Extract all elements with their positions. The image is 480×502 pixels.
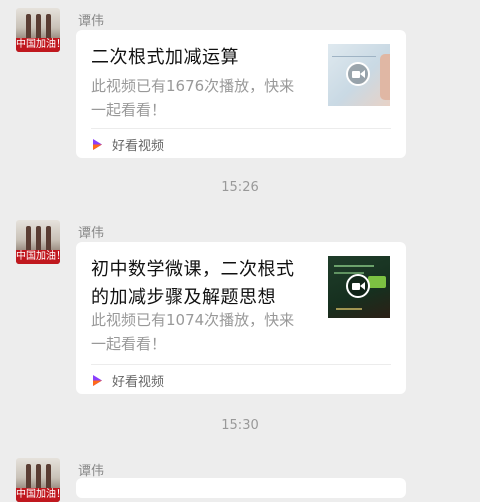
video-thumbnail[interactable]: [328, 256, 390, 318]
avatar-caption: 中国加油！: [16, 488, 60, 502]
avatar[interactable]: 中国加油！: [16, 458, 60, 502]
video-card[interactable]: 初中数学微课，二次根式 的加减步骤及解题思想 此视频已有1074次播放，快来 一…: [76, 242, 406, 394]
video-card[interactable]: [76, 478, 406, 498]
sender-name: 谭伟: [78, 14, 105, 29]
haokan-video-icon: [93, 374, 102, 386]
avatar[interactable]: 中国加油！: [16, 8, 60, 52]
video-title: 初中数学微课，二次根式 的加减步骤及解题思想: [91, 259, 295, 308]
sender-name: 谭伟: [78, 226, 105, 241]
avatar[interactable]: 中国加油！: [16, 220, 60, 264]
video-source: 好看视频: [91, 370, 164, 390]
avatar-caption: 中国加油！: [16, 38, 60, 52]
video-source: 好看视频: [91, 134, 164, 154]
timestamp: 15:26: [221, 180, 259, 195]
divider: [91, 128, 391, 129]
video-card[interactable]: 二次根式加减运算 此视频已有1676次播放，快来 一起看看！ 好看视频: [76, 30, 406, 158]
timestamp: 15:30: [221, 418, 259, 433]
avatar-caption: 中国加油！: [16, 250, 60, 264]
video-thumbnail[interactable]: [328, 44, 390, 106]
haokan-video-icon: [93, 138, 102, 150]
video-description: 此视频已有1676次播放，快来 一起看看！: [91, 77, 295, 119]
video-play-icon: [346, 62, 370, 86]
video-description: 此视频已有1074次播放，快来 一起看看！: [91, 311, 295, 353]
divider: [91, 364, 391, 365]
sender-name: 谭伟: [78, 464, 105, 479]
video-title: 二次根式加减运算: [91, 47, 239, 68]
video-play-icon: [346, 274, 370, 298]
